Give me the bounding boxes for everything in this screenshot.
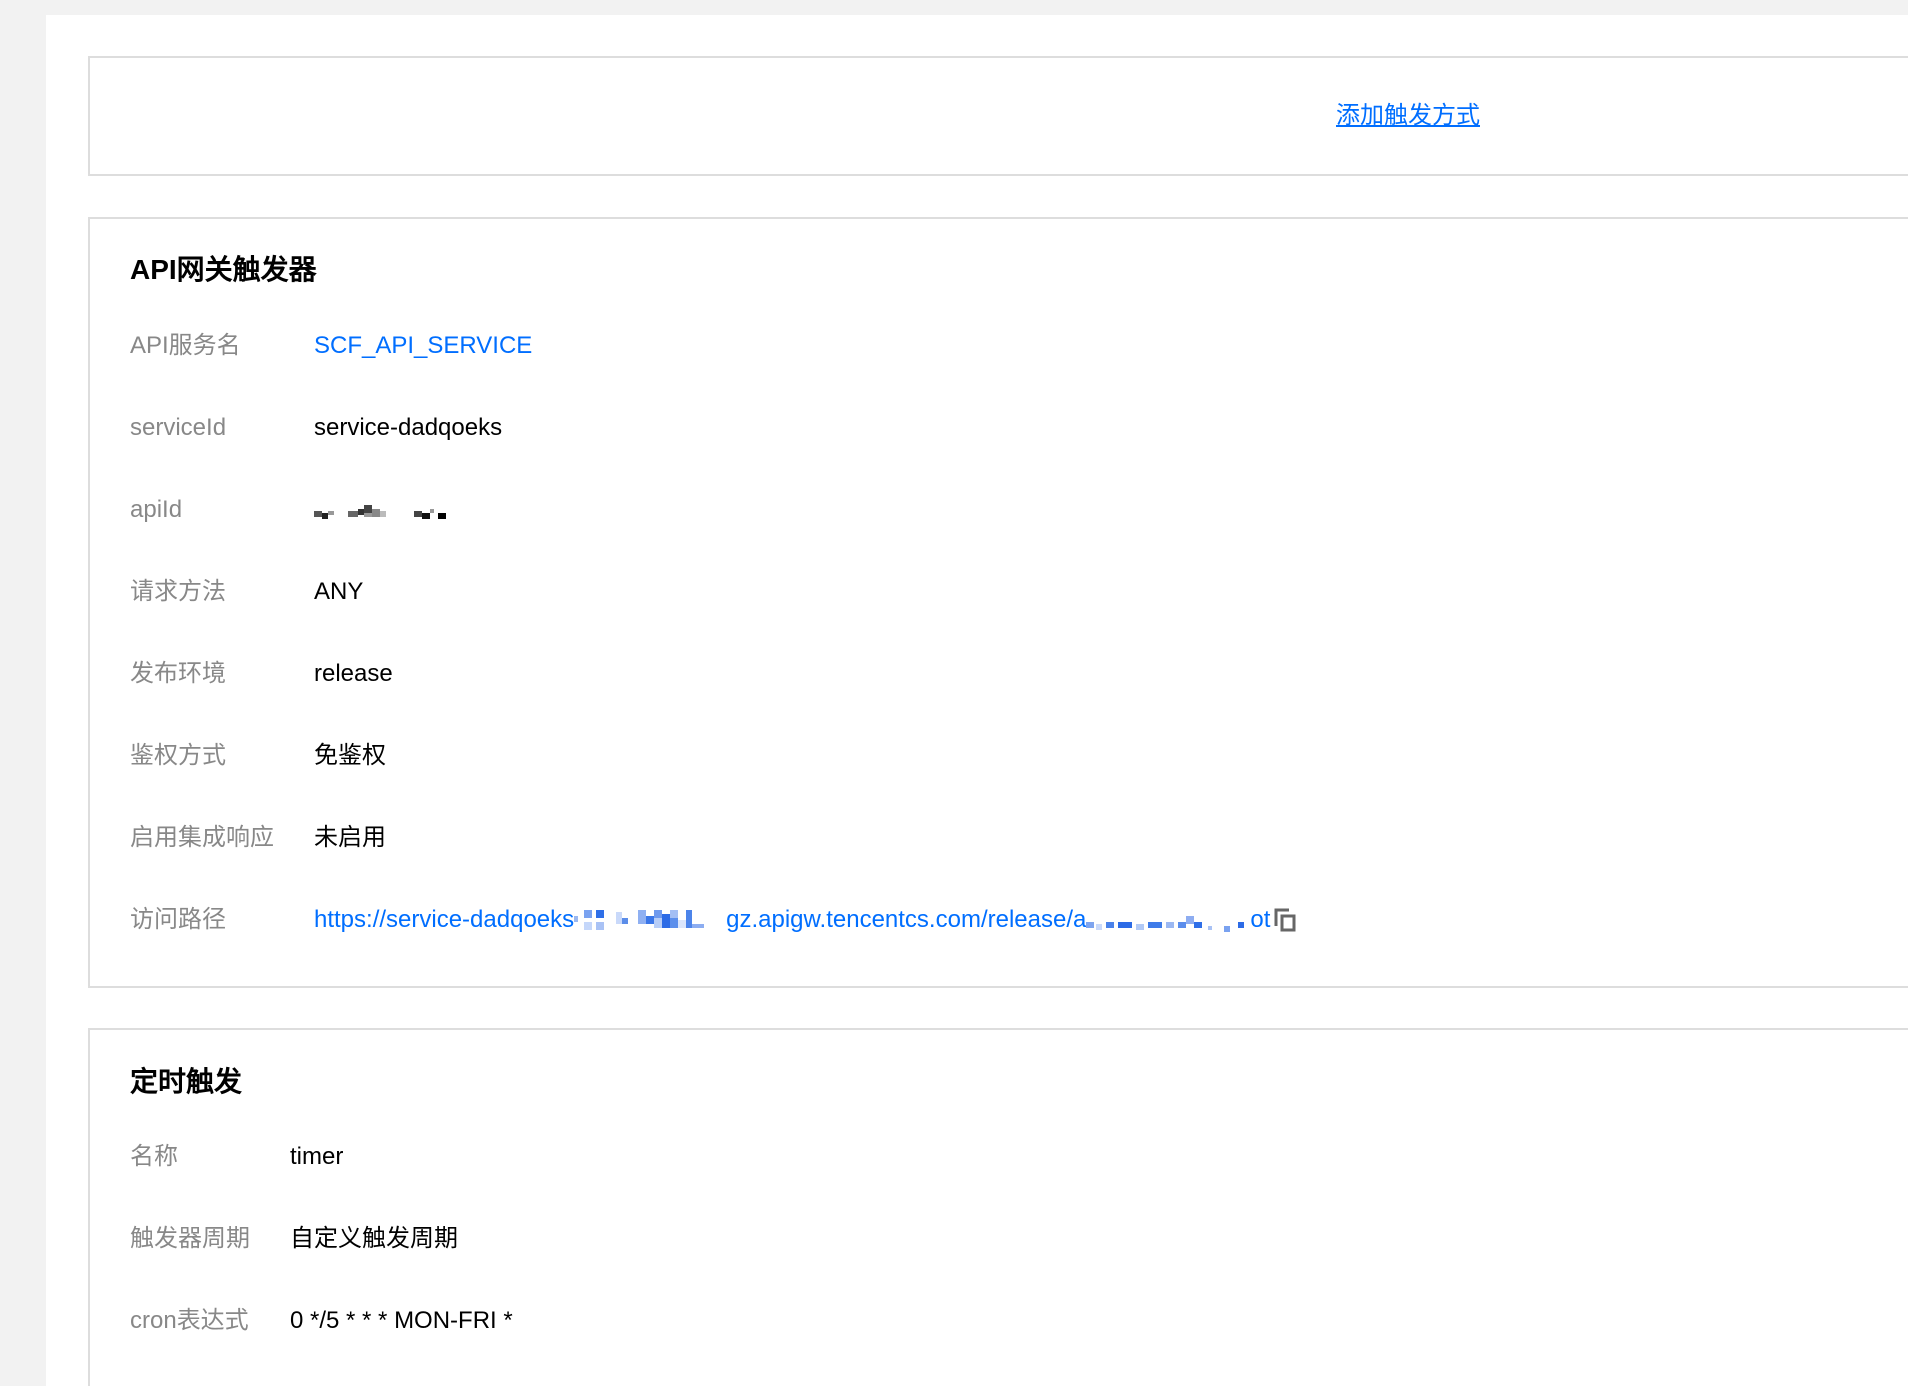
access-path-link[interactable]: https://service-dadqoeks gz.apigw.tencen… <box>314 904 1270 936</box>
label-trigger-period: 触发器周期 <box>130 1225 250 1252</box>
row-timer-name: 名称 timer <box>130 1116 513 1198</box>
service-id-value: service-dadqoeks <box>314 414 503 441</box>
row-request-method: 请求方法 ANY <box>130 551 1296 633</box>
row-release-env: 发布环境 release <box>130 633 1296 715</box>
label-request-method: 请求方法 <box>130 578 226 605</box>
release-env-value: release <box>314 660 393 687</box>
redacted-access-path-2 <box>1086 916 1245 932</box>
row-trigger-period: 触发器周期 自定义触发周期 <box>130 1198 513 1280</box>
label-timer-name: 名称 <box>130 1143 178 1170</box>
api-gateway-trigger-title: API网关触发器 <box>130 254 317 285</box>
timer-trigger-details: 名称 timer 触发器周期 自定义触发周期 cron表达式 0 */5 * *… <box>130 1116 513 1362</box>
timer-trigger-title: 定时触发 <box>130 1066 243 1097</box>
label-integrated-response: 启用集成响应 <box>130 824 274 851</box>
row-api-service-name: API服务名 SCF_API_SERVICE <box>130 305 1296 387</box>
access-path-part-3: ot <box>1250 906 1271 933</box>
row-api-id: apiId <box>130 469 1296 551</box>
redacted-api-id <box>314 505 446 519</box>
integrated-response-value: 未启用 <box>314 824 386 851</box>
timer-name-value: timer <box>290 1143 344 1170</box>
access-path-part-1: https://service-dadqoeks <box>314 906 575 933</box>
api-gateway-trigger-card: API网关触发器 API服务名 SCF_API_SERVICE serviceI… <box>88 217 1908 988</box>
add-trigger-link[interactable]: 添加触发方式 <box>1336 100 1480 132</box>
copy-icon[interactable] <box>1274 908 1296 932</box>
row-integrated-response: 启用集成响应 未启用 <box>130 797 1296 879</box>
api-gateway-trigger-details: API服务名 SCF_API_SERVICE serviceId service… <box>130 305 1296 961</box>
label-auth-method: 鉴权方式 <box>130 742 226 769</box>
redacted-access-path-1 <box>574 910 705 930</box>
label-access-path: 访问路径 <box>130 906 226 933</box>
row-access-path: 访问路径 https://service-dadqoeks gz.apigw.t… <box>130 879 1296 961</box>
row-auth-method: 鉴权方式 免鉴权 <box>130 715 1296 797</box>
row-service-id: serviceId service-dadqoeks <box>130 387 1296 469</box>
auth-method-value: 免鉴权 <box>314 742 386 769</box>
label-cron-expression: cron表达式 <box>130 1307 249 1334</box>
label-service-id: serviceId <box>130 414 227 441</box>
timer-trigger-card: 定时触发 名称 timer 触发器周期 自定义触发周期 cron表达式 0 */… <box>88 1028 1908 1386</box>
label-api-id: apiId <box>130 496 183 523</box>
api-service-name-link[interactable]: SCF_API_SERVICE <box>314 330 532 362</box>
trigger-period-value: 自定义触发周期 <box>290 1225 458 1252</box>
request-method-value: ANY <box>314 578 364 605</box>
add-trigger-card: 添加触发方式 <box>88 56 1908 176</box>
label-api-service-name: API服务名 <box>130 332 241 359</box>
row-cron-expression: cron表达式 0 */5 * * * MON-FRI * <box>130 1280 513 1362</box>
api-id-value <box>314 497 446 523</box>
cron-expression-value: 0 */5 * * * MON-FRI * <box>290 1307 513 1334</box>
label-release-env: 发布环境 <box>130 660 226 687</box>
access-path-part-2: gz.apigw.tencentcs.com/release/a <box>726 906 1087 933</box>
